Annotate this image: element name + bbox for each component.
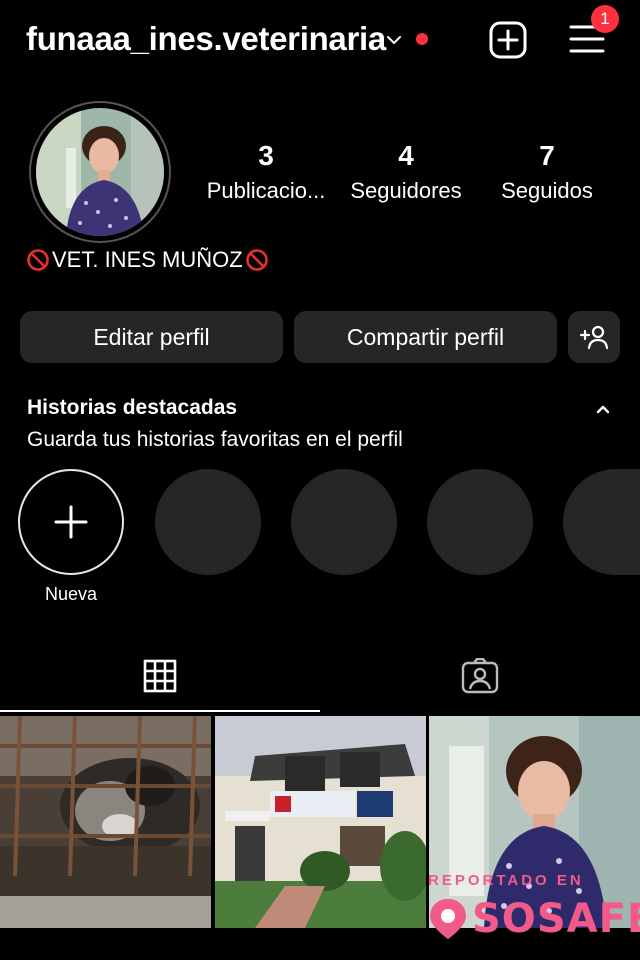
chevron-down-icon[interactable]: [384, 30, 404, 50]
highlights-subtitle: Guarda tus historias favoritas en el per…: [27, 428, 403, 451]
username-title[interactable]: funaaa_ines.veterinaria: [26, 20, 386, 58]
followers-label: Seguidores: [350, 178, 462, 203]
following-count: 7: [539, 140, 555, 171]
active-tab-indicator: [0, 710, 320, 712]
location-pin-icon: [430, 899, 466, 939]
grid-icon: [143, 659, 177, 693]
create-post-icon[interactable]: [488, 20, 528, 60]
posts-label: Publicacio...: [206, 178, 326, 203]
highlight-placeholder: [291, 469, 397, 575]
tab-posts-grid[interactable]: [0, 640, 320, 712]
sosafe-brand: SOSAFE: [472, 896, 640, 942]
followers-count: 4: [398, 140, 414, 171]
reported-text: REPORTADO EN: [428, 872, 584, 889]
chevron-up-icon[interactable]: [594, 400, 612, 418]
new-highlight-button[interactable]: [18, 469, 124, 575]
posts-stat[interactable]: 3 Publicacio...: [196, 140, 336, 204]
top-bar: funaaa_ines.veterinaria 1: [0, 0, 640, 80]
notification-badge[interactable]: 1: [591, 5, 619, 33]
highlight-placeholder: [563, 469, 640, 575]
share-profile-button[interactable]: Compartir perfil: [294, 311, 557, 363]
add-person-icon: [579, 325, 609, 350]
highlight-placeholder: [427, 469, 533, 575]
tab-tagged[interactable]: [320, 640, 640, 712]
highlight-placeholder: [155, 469, 261, 575]
avatar[interactable]: [36, 108, 164, 236]
posts-count: 3: [258, 140, 274, 171]
post-thumbnail-building[interactable]: [215, 716, 426, 928]
sosafe-logo: SOSAFE: [428, 896, 640, 942]
bio-name: VET. INES MUÑOZ: [26, 247, 269, 273]
following-stat[interactable]: 7 Seguidos: [477, 140, 617, 204]
no-entry-icon: [27, 249, 49, 271]
no-entry-icon: [245, 249, 268, 271]
edit-profile-button[interactable]: Editar perfil: [20, 311, 283, 363]
plus-icon: [54, 505, 88, 539]
new-content-dot: [416, 33, 428, 45]
tagged-icon: [461, 658, 499, 694]
sosafe-watermark: REPORTADO EN SOSAFE: [428, 870, 640, 942]
bio-name-text: VET. INES MUÑOZ: [52, 247, 243, 272]
following-label: Seguidos: [501, 178, 593, 203]
post-thumbnail-cat[interactable]: [0, 716, 211, 928]
followers-stat[interactable]: 4 Seguidores: [336, 140, 476, 204]
add-person-button[interactable]: [568, 311, 620, 363]
highlights-title: Historias destacadas: [27, 396, 238, 419]
new-highlight-label: Nueva: [44, 584, 98, 604]
